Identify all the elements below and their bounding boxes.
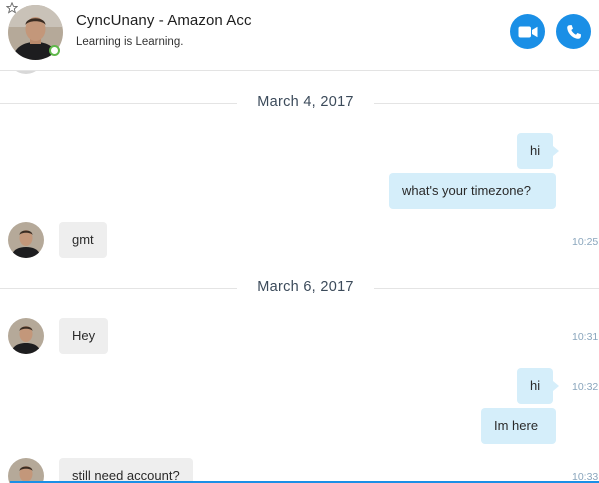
video-call-button[interactable] [510,14,545,49]
avatar[interactable] [8,458,44,483]
date-divider: March 6, 2017 [0,278,599,298]
incoming-message[interactable]: still need account? [59,458,193,483]
message-timestamp: 10:32 [572,381,599,393]
incoming-message[interactable]: gmt [59,222,107,258]
incoming-message[interactable]: Hey [59,318,109,354]
contact-name[interactable]: CyncUnany - Amazon Acc [76,12,252,29]
date-divider: March 4, 2017 [0,93,599,113]
divider-line [374,288,599,289]
video-camera-icon [518,26,537,37]
outgoing-message[interactable]: hi [517,368,560,404]
phone-icon [566,24,581,39]
date-label: March 4, 2017 [257,94,354,110]
date-label: March 6, 2017 [257,279,354,295]
outgoing-message[interactable]: what's your timezone? [389,173,556,209]
presence-indicator [49,45,60,56]
message-timestamp: 10:25 [572,236,599,248]
message-timestamp: 10:31 [572,331,599,343]
avatar[interactable] [8,222,44,258]
message-history[interactable]: March 4, 2017 hi what's your timezone? g… [0,70,599,483]
outgoing-message[interactable]: hi [517,133,560,169]
divider-line [374,103,599,104]
conversation-header: CyncUnany - Amazon Acc Learning is Learn… [0,0,599,71]
mood-message: Learning is Learning. [76,36,184,48]
avatar[interactable] [8,318,44,354]
outgoing-message[interactable]: Im here [481,408,556,444]
audio-call-button[interactable] [556,14,591,49]
